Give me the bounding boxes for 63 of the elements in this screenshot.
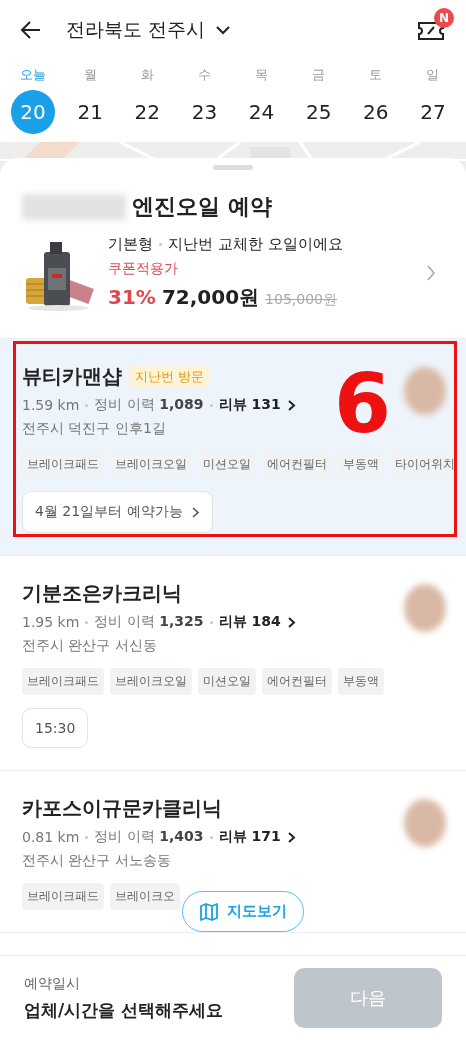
service-history: 정비 이력 1,403 (94, 828, 204, 846)
chevron-down-icon (215, 25, 232, 35)
distance: 0.81 km (22, 829, 80, 845)
shop-name: 기분조은카크리닉 (22, 580, 182, 607)
service-history: 정비 이력 1,325 (94, 613, 204, 631)
oil-note: 지난번 교체한 오일이에요 (168, 235, 343, 254)
service-tag: 부동액 (338, 451, 384, 478)
booking-value: 업체/시간을 선택해주세요 (24, 998, 225, 1022)
day-tab[interactable]: 목 24 (236, 60, 287, 142)
availability-button[interactable]: 4월 21일부터 예약가능 (22, 491, 213, 533)
chevron-right-icon (286, 830, 296, 844)
day-tab[interactable]: 월 21 (65, 60, 116, 142)
avatar (404, 584, 446, 632)
discount-rate: 31% (108, 285, 156, 309)
shop-name: 뷰티카맨샵 (22, 363, 122, 390)
address: 전주시 완산구 서노송동 (22, 852, 172, 870)
address: 전주시 완산구 서신동 (22, 637, 158, 655)
avatar (404, 799, 446, 847)
service-tag: 브레이크패드 (22, 451, 104, 478)
service-tag: 타이어위치 (390, 451, 460, 478)
time-slot-button[interactable]: 15:30 (22, 708, 89, 748)
service-tag: 에어컨필터 (262, 668, 332, 695)
chevron-right-icon (426, 264, 436, 282)
price: 72,000원 (161, 284, 260, 311)
day-tab[interactable]: 수 23 (179, 60, 230, 142)
day-tab[interactable]: 금 25 (293, 60, 344, 142)
service-history: 정비 이력 1,089 (94, 396, 204, 414)
service-tag: 미션오일 (198, 451, 256, 478)
visit-badge: 지난번 방문 (130, 365, 210, 388)
avatar (404, 367, 446, 415)
back-arrow-icon (20, 19, 42, 41)
chevron-right-icon (190, 505, 200, 519)
coupon-price-label: 쿠폰적용가 (108, 260, 179, 278)
review-link[interactable]: 리뷰 131 (218, 396, 296, 414)
region-dropdown[interactable]: 전라북도 전주시 (66, 17, 232, 43)
service-tag: 브레이크오일 (110, 668, 192, 695)
map-icon (199, 902, 219, 921)
chevron-right-icon (286, 615, 296, 629)
service-tag: 부동액 (338, 668, 384, 695)
day-tab[interactable]: 토 26 (350, 60, 401, 142)
distance: 1.95 km (22, 614, 80, 630)
day-tab[interactable]: 일 27 (408, 60, 458, 142)
shop-card[interactable]: 뷰티카맨샵 지난번 방문 1.59 km 정비 이력 1,089 리뷰 131 전주시 덕진구 인후1길 브레이크패드 브레이크오일 미션오일 에어컨필터 부동액 타이어위치 4월 21일부터 예약가능 6 (0, 339, 466, 556)
original-price: 105,000원 (265, 291, 337, 309)
shop-name: 카포스이규문카클리닉 (22, 795, 222, 822)
service-tag: 브레이크오 (110, 883, 180, 910)
distance: 1.59 km (22, 397, 80, 413)
service-tag: 미션오일 (198, 668, 256, 695)
service-tag: 브레이크오일 (110, 451, 192, 478)
notification-badge: N (434, 8, 454, 28)
address: 전주시 덕진구 인후1길 (22, 420, 167, 438)
service-tag: 브레이크패드 (22, 883, 104, 910)
day-tab[interactable]: 화 22 (122, 60, 173, 142)
product-title: 엔진오일 예약 (132, 193, 272, 221)
sheet-handle[interactable] (213, 165, 253, 170)
review-link[interactable]: 리뷰 184 (218, 613, 296, 631)
oil-type: 기본형 (108, 235, 153, 254)
chevron-right-icon (286, 398, 296, 412)
service-tag: 브레이크패드 (22, 668, 104, 695)
booking-label: 예약일시 (24, 974, 81, 993)
service-tag: 에어컨필터 (262, 451, 332, 478)
annotation-number: 6 (334, 363, 392, 445)
review-link[interactable]: 리뷰 171 (218, 828, 296, 846)
